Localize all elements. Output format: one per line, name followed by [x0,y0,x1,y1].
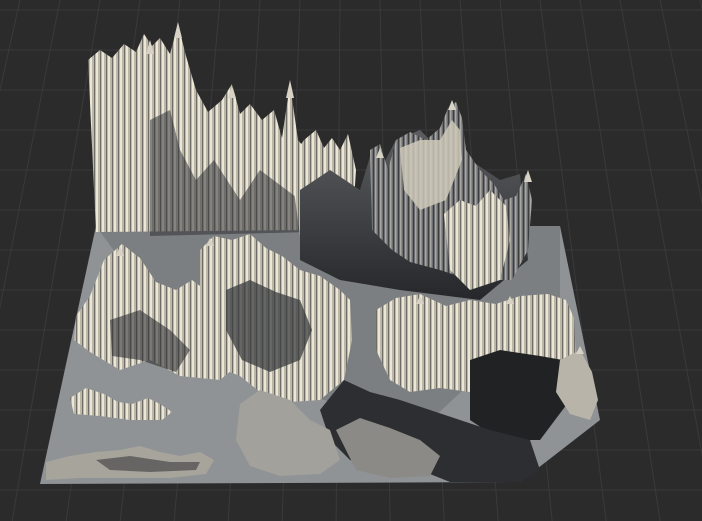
grid-line [0,0,21,93]
grid-line [619,0,702,457]
terrain-spike [286,80,294,98]
terrain-spike [174,22,182,38]
3d-viewport[interactable] [0,0,702,521]
grid-line [659,0,702,205]
viewport-scene[interactable] [0,0,702,521]
grid-line [579,0,661,521]
